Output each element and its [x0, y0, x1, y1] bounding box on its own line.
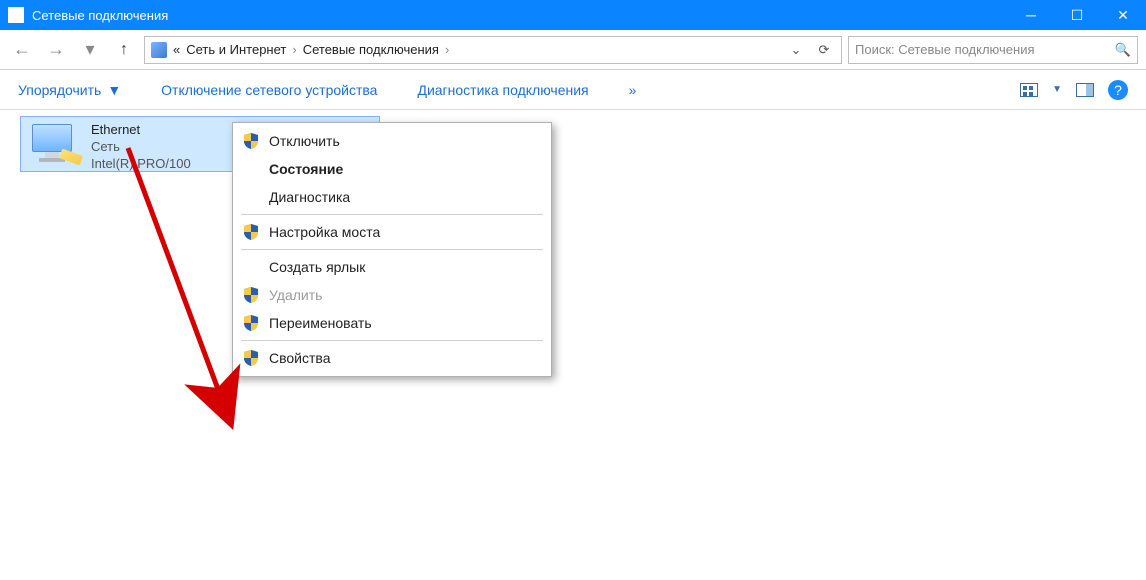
context-menu-item[interactable]: Состояние: [233, 155, 551, 183]
back-button[interactable]: ←: [8, 36, 36, 64]
context-menu-item[interactable]: Создать ярлык: [233, 253, 551, 281]
context-menu-label: Состояние: [269, 161, 343, 177]
context-menu-label: Диагностика: [269, 189, 350, 205]
window-title: Сетевые подключения: [32, 8, 1008, 23]
history-dropdown[interactable]: ▾: [76, 36, 104, 64]
up-button[interactable]: ↑: [110, 36, 138, 64]
annotation-arrow: [110, 144, 250, 434]
context-menu-item[interactable]: Отключить: [233, 127, 551, 155]
context-menu-label: Удалить: [269, 287, 322, 303]
forward-button[interactable]: →: [42, 36, 70, 64]
app-icon: [8, 7, 24, 23]
breadcrumb-part-0[interactable]: Сеть и Интернет: [186, 42, 286, 57]
close-button[interactable]: ✕: [1100, 0, 1146, 30]
breadcrumb-sep[interactable]: ›: [445, 42, 449, 57]
shield-icon: [243, 350, 259, 366]
refresh-button[interactable]: ⟳: [813, 42, 835, 58]
chevron-down-icon[interactable]: ▼: [1052, 84, 1062, 95]
breadcrumb-part-1[interactable]: Сетевые подключения: [303, 42, 439, 57]
chevron-down-icon: ▼: [107, 82, 121, 98]
context-menu-label: Свойства: [269, 350, 330, 366]
context-menu-item[interactable]: Переименовать: [233, 309, 551, 337]
shield-icon: [243, 287, 259, 303]
adapter-name: Ethernet: [91, 121, 191, 138]
menu-separator: [241, 340, 543, 341]
toolbar-overflow[interactable]: »: [629, 82, 637, 98]
context-menu-label: Переименовать: [269, 315, 372, 331]
titlebar: Сетевые подключения ─ ☐ ✕: [0, 0, 1146, 30]
view-options-button[interactable]: [1020, 83, 1038, 97]
menu-separator: [241, 249, 543, 250]
context-menu: Отключить Состояние Диагностика Настройка м…: [232, 122, 552, 377]
content-area: Ethernet Сеть Intel(R) PRO/100 Отключить…: [0, 110, 1146, 580]
organize-button[interactable]: Упорядочить ▼: [18, 82, 121, 98]
navbar: ← → ▾ ↑ « Сеть и Интернет › Сетевые подк…: [0, 30, 1146, 70]
overflow-label: »: [629, 82, 637, 98]
context-menu-item: Удалить: [233, 281, 551, 309]
context-menu-item[interactable]: Настройка моста: [233, 218, 551, 246]
adapter-device: Intel(R) PRO/100: [91, 155, 191, 172]
context-menu-item[interactable]: Свойства: [233, 344, 551, 372]
disable-device-button[interactable]: Отключение сетевого устройства: [161, 82, 377, 98]
search-icon[interactable]: 🔍: [1115, 42, 1131, 58]
shield-icon: [243, 315, 259, 331]
location-icon: [151, 42, 167, 58]
maximize-button[interactable]: ☐: [1054, 0, 1100, 30]
breadcrumb-prefix: «: [173, 42, 180, 57]
diagnose-label: Диагностика подключения: [417, 82, 588, 98]
context-menu-label: Создать ярлык: [269, 259, 365, 275]
context-menu-label: Настройка моста: [269, 224, 380, 240]
shield-icon: [243, 133, 259, 149]
adapter-icon: [21, 117, 91, 171]
address-bar[interactable]: « Сеть и Интернет › Сетевые подключения …: [144, 36, 842, 64]
menu-separator: [241, 214, 543, 215]
toolbar: Упорядочить ▼ Отключение сетевого устрой…: [0, 70, 1146, 110]
organize-label: Упорядочить: [18, 82, 101, 98]
disable-label: Отключение сетевого устройства: [161, 82, 377, 98]
help-button[interactable]: ?: [1108, 80, 1128, 100]
context-menu-item[interactable]: Диагностика: [233, 183, 551, 211]
breadcrumb-sep[interactable]: ›: [292, 42, 296, 57]
context-menu-label: Отключить: [269, 133, 340, 149]
address-dropdown[interactable]: ⌄: [785, 42, 807, 58]
search-box[interactable]: Поиск: Сетевые подключения 🔍: [848, 36, 1138, 64]
minimize-button[interactable]: ─: [1008, 0, 1054, 30]
preview-pane-button[interactable]: [1076, 83, 1094, 97]
adapter-status: Сеть: [91, 138, 191, 155]
diagnose-button[interactable]: Диагностика подключения: [417, 82, 588, 98]
shield-icon: [243, 224, 259, 240]
search-placeholder: Поиск: Сетевые подключения: [855, 42, 1035, 57]
